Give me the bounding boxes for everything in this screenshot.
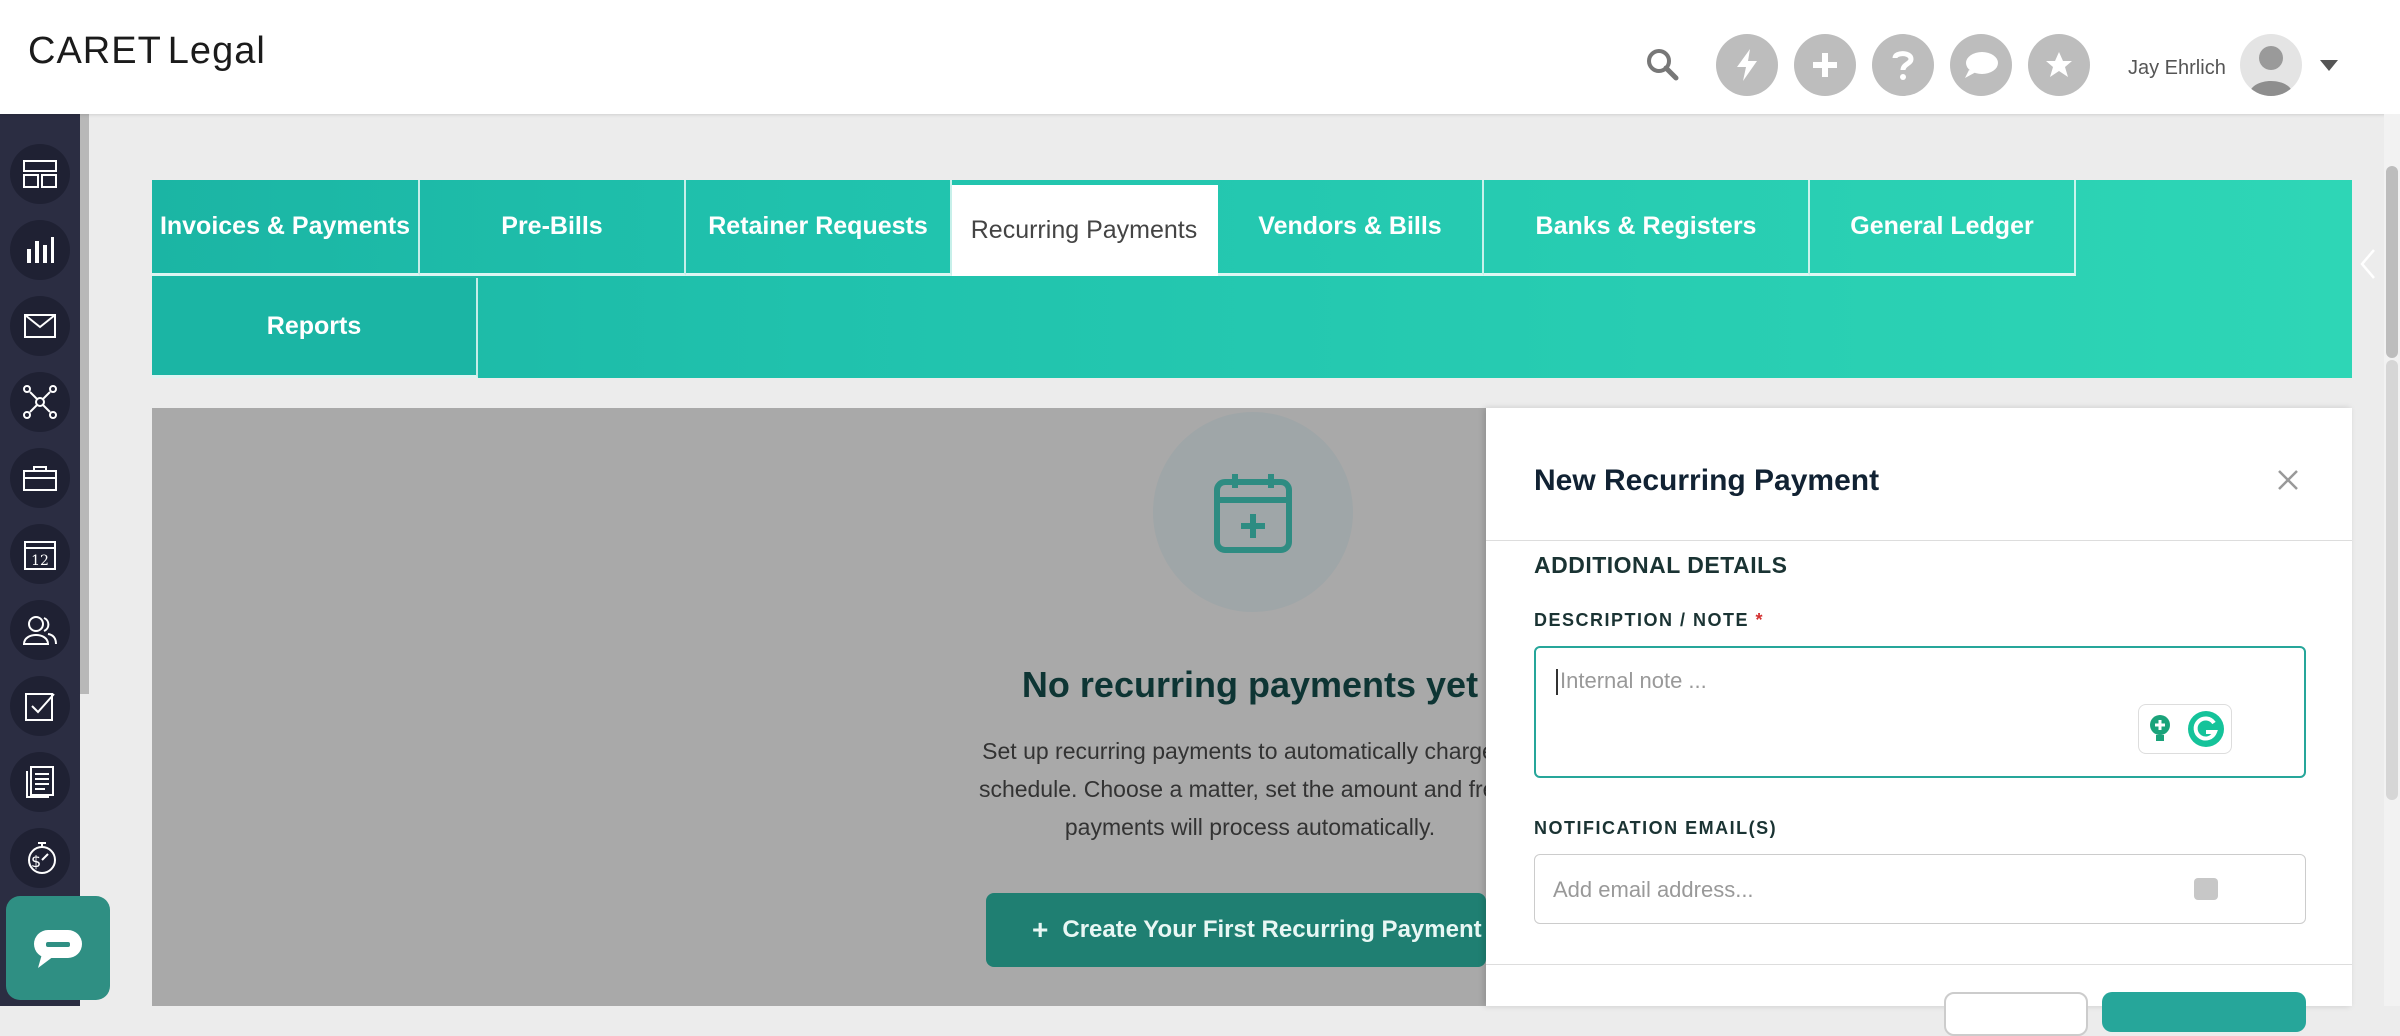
logo-brand: CARET [28, 30, 162, 72]
create-first-recurring-payment-button[interactable]: + Create Your First Recurring Payment [986, 893, 1486, 967]
nav-tasks[interactable] [10, 676, 70, 736]
tab-vendors-bills[interactable]: Vendors & Bills [1218, 180, 1484, 276]
checkbox-icon [25, 693, 55, 721]
lightning-icon [1737, 49, 1757, 81]
document-icon [26, 766, 54, 798]
cancel-button[interactable] [1944, 992, 2088, 1036]
collapse-panel-chevron-left-icon[interactable] [2358, 248, 2378, 280]
top-bar: CARET Legal Jay Ehrlich [0, 0, 2400, 114]
lightbulb-icon [2149, 715, 2170, 741]
description-placeholder: Internal note ... [1560, 668, 1707, 693]
messages-button[interactable] [1950, 34, 2012, 96]
left-nav-scrollbar[interactable] [80, 114, 89, 694]
chat-bubble-icon [34, 930, 82, 968]
help-button[interactable] [1872, 34, 1934, 96]
star-icon [2046, 52, 2072, 77]
support-chat-button[interactable] [6, 896, 110, 1000]
nav-calendar[interactable]: 12 [10, 524, 70, 584]
notification-email-label: NOTIFICATION EMAIL(S) [1534, 818, 1778, 838]
logo-product: Legal [167, 30, 266, 72]
tab-invoices-payments[interactable]: Invoices & Payments [152, 180, 420, 276]
password-manager-icon[interactable] [2194, 878, 2218, 900]
email-placeholder: Add email address... [1553, 877, 1754, 902]
tab-reports[interactable]: Reports [152, 278, 478, 378]
description-label-text: DESCRIPTION / NOTE [1534, 610, 1750, 630]
avatar[interactable] [2240, 34, 2302, 96]
favorites-button[interactable] [2028, 34, 2090, 96]
nav-network[interactable] [10, 372, 70, 432]
nav-contacts[interactable] [10, 600, 70, 660]
user-name[interactable]: Jay Ehrlich [2128, 57, 2226, 80]
save-button[interactable] [2102, 992, 2306, 1032]
tab-recurring-payments[interactable]: Recurring Payments [952, 185, 1218, 276]
drawer-header-divider [1486, 540, 2352, 541]
drawer-footer-divider [1486, 964, 2352, 965]
nav-documents[interactable] [10, 752, 70, 812]
envelope-icon [24, 314, 56, 338]
secondary-scrollbar-thumb[interactable] [2386, 360, 2398, 800]
network-icon [23, 385, 57, 419]
nav-reports[interactable] [10, 220, 70, 280]
add-button[interactable] [1794, 34, 1856, 96]
svg-text:$: $ [31, 852, 41, 871]
calendar-add-icon [1214, 474, 1292, 553]
page-scrollbar-thumb[interactable] [2386, 166, 2398, 358]
close-icon[interactable] [2276, 468, 2300, 492]
app-logo[interactable]: CARET Legal [28, 30, 266, 73]
briefcase-icon [23, 466, 57, 491]
grammar-assist-widget[interactable] [2138, 704, 2232, 754]
user-avatar-icon [2249, 46, 2293, 96]
svg-text:12: 12 [31, 553, 49, 569]
description-label: DESCRIPTION / NOTE * [1534, 610, 1764, 631]
new-recurring-payment-drawer: New Recurring Payment ADDITIONAL DETAILS… [1486, 408, 2352, 1036]
question-icon [1892, 51, 1914, 80]
dashboard-icon [23, 160, 57, 188]
section-heading-additional-details: ADDITIONAL DETAILS [1534, 552, 1788, 578]
drawer-title: New Recurring Payment [1534, 464, 1880, 497]
tab-retainer-requests[interactable]: Retainer Requests [686, 180, 952, 276]
plus-icon [1813, 53, 1837, 77]
left-nav: 12 $ [0, 114, 80, 1006]
people-icon [22, 616, 57, 645]
nav-billing[interactable]: $ [10, 828, 70, 888]
tab-general-ledger[interactable]: General Ledger [1810, 180, 2076, 276]
plus-icon: + [1032, 914, 1049, 945]
bar-chart-icon [27, 237, 54, 263]
create-button-label: Create Your First Recurring Payment [1062, 916, 1482, 943]
quick-actions-button[interactable] [1716, 34, 1778, 96]
time-billing-icon: $ [28, 842, 56, 874]
notification-email-input[interactable]: Add email address... [1534, 854, 2306, 924]
tab-banks-registers[interactable]: Banks & Registers [1484, 180, 1810, 276]
nav-dashboard[interactable] [10, 144, 70, 204]
user-menu-chevron-down-icon[interactable] [2320, 60, 2338, 71]
search-icon[interactable] [1644, 46, 1680, 82]
grammarly-icon [2187, 711, 2224, 747]
nav-matters[interactable] [10, 448, 70, 508]
text-cursor [1556, 669, 1558, 696]
empty-state-illustration [1153, 412, 1353, 612]
required-marker: * [1755, 610, 1765, 630]
tab-pre-bills[interactable]: Pre-Bills [420, 180, 686, 276]
chat-icon [1965, 52, 1998, 78]
nav-mail[interactable] [10, 296, 70, 356]
billing-tabs: Invoices & Payments Pre-Bills Retainer R… [152, 180, 2352, 378]
calendar-icon: 12 [24, 541, 56, 570]
